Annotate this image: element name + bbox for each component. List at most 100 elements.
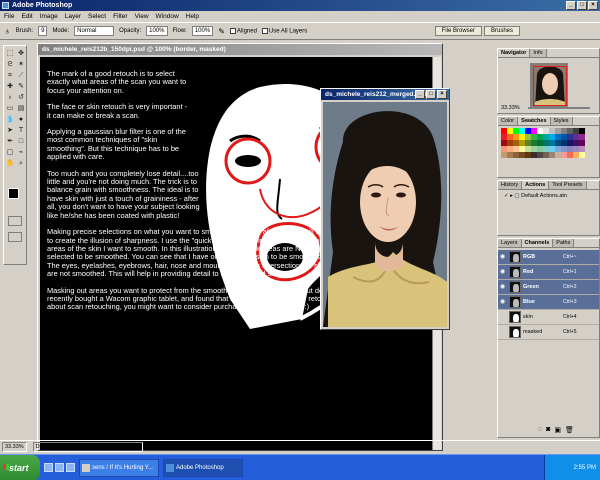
menu-image[interactable]: Image [40, 11, 58, 22]
tab-layers[interactable]: Layers [498, 239, 522, 247]
tab-info[interactable]: Info [530, 49, 547, 57]
slice-tool-icon[interactable]: ⟋ [16, 71, 26, 81]
history-brush-tool-icon[interactable]: ↺ [16, 93, 26, 103]
mode-select[interactable]: Normal [74, 26, 115, 36]
eye-icon[interactable] [500, 314, 507, 321]
status-zoom[interactable]: 33.33% [2, 442, 27, 452]
navigator-view-box[interactable] [533, 66, 567, 106]
close-button[interactable]: × [588, 1, 598, 10]
airbrush-icon[interactable]: ✎ [218, 27, 225, 36]
flow-field[interactable]: 100% [191, 26, 214, 36]
minimize-button[interactable]: _ [566, 1, 576, 10]
taskbar-item-browser[interactable]: sens / If It's Hurting Y... [79, 458, 159, 477]
tab-styles[interactable]: Styles [550, 117, 573, 125]
use-all-layers-checkbox[interactable]: Use All Layers [261, 27, 307, 34]
tab-color[interactable]: Color [498, 117, 519, 125]
menu-filter[interactable]: Filter [113, 11, 127, 22]
marquee-tool-icon[interactable]: ⬚ [5, 49, 15, 59]
eraser-tool-icon[interactable]: ▭ [5, 104, 15, 114]
navigator-thumbnail[interactable] [530, 63, 568, 107]
navigator-zoom[interactable]: 33.33% [501, 105, 520, 111]
move-tool-icon[interactable]: ✥ [16, 49, 26, 59]
shape-tool-icon[interactable]: □ [16, 137, 26, 147]
menu-view[interactable]: View [135, 11, 149, 22]
aligned-checkbox[interactable]: Aligned [229, 27, 257, 34]
document-title[interactable]: ds_michele_reis212b_150dpi.psd @ 100% (b… [38, 44, 442, 55]
lasso-tool-icon[interactable]: ᘓ [5, 60, 15, 70]
menu-help[interactable]: Help [186, 11, 199, 22]
merged-minimize-button[interactable]: _ [415, 90, 425, 99]
action-set-item[interactable]: ✓ ▸ ▢ Default Actions.atn [504, 193, 567, 199]
eye-icon[interactable] [500, 329, 507, 336]
hand-tool-icon[interactable]: ✋ [5, 159, 15, 169]
clone-stamp-tool-icon[interactable]: ♁ [5, 93, 15, 103]
merged-close-button[interactable]: × [437, 90, 447, 99]
portrait-photo[interactable] [323, 102, 447, 327]
channel-row-rgb[interactable]: ◉ RGB Ctrl+~ [498, 250, 599, 265]
channel-row-skin[interactable]: skin Ctrl+4 [498, 310, 599, 325]
brushes-tab[interactable]: Brushes [483, 26, 520, 36]
zoom-tool-icon[interactable]: ⌕ [16, 159, 26, 169]
channel-row-masked[interactable]: masked Ctrl+5 [498, 325, 599, 340]
trash-icon[interactable]: 🗑 [565, 426, 574, 434]
path-selection-tool-icon[interactable]: ➤ [5, 126, 15, 136]
tab-paths[interactable]: Paths [553, 239, 575, 247]
navigator-zoom-slider[interactable] [528, 107, 590, 109]
file-browser-tab[interactable]: File Browser [434, 26, 482, 36]
tab-history[interactable]: History [498, 181, 523, 189]
eye-icon[interactable]: ◉ [500, 254, 507, 261]
color-swatch[interactable] [579, 152, 585, 158]
new-channel-icon[interactable]: ▣ [554, 426, 561, 434]
menu-layer[interactable]: Layer [65, 11, 81, 22]
clock[interactable]: 2:55 PM [574, 465, 596, 471]
merged-document-title[interactable]: ds_michele_reis212_merged.psd @ 3... _ □… [321, 89, 449, 100]
menu-select[interactable]: Select [88, 11, 106, 22]
channel-row-green[interactable]: ◉ Green Ctrl+2 [498, 280, 599, 295]
quick-launch-icon[interactable] [66, 463, 75, 472]
quick-launch-icon[interactable] [55, 463, 64, 472]
eye-icon[interactable]: ◉ [500, 299, 507, 306]
notes-tool-icon[interactable]: ▢ [5, 148, 15, 158]
quick-launch-icon[interactable] [44, 463, 53, 472]
eye-icon[interactable]: ◉ [500, 284, 507, 291]
brush-size-picker[interactable]: 9 [38, 26, 48, 36]
foreground-color-swatch[interactable] [8, 188, 19, 199]
channel-row-blue[interactable]: ◉ Blue Ctrl+3 [498, 295, 599, 310]
taskbar-item-photoshop[interactable]: Adobe Photoshop [163, 458, 243, 477]
tab-navigator[interactable]: Navigator [498, 49, 531, 57]
eyedropper-tool-icon[interactable]: ⌁ [16, 148, 26, 158]
save-selection-icon[interactable]: ◙ [546, 426, 550, 434]
start-button[interactable]: start [0, 454, 40, 480]
load-selection-icon[interactable]: ◌ [538, 426, 542, 434]
gradient-tool-icon[interactable]: ▤ [16, 104, 26, 114]
swatch-grid[interactable] [498, 126, 599, 160]
opacity-field[interactable]: 100% [146, 26, 168, 36]
brush-tool-icon[interactable]: ✎ [16, 82, 26, 92]
tab-channels[interactable]: Channels [521, 239, 554, 247]
type-tool-icon[interactable]: T [16, 126, 26, 136]
blur-tool-icon[interactable]: 💧 [5, 115, 15, 125]
maximize-button[interactable]: □ [577, 1, 587, 10]
status-doc-size[interactable]: Doc: 8.43M/74.9M [32, 442, 143, 452]
menu-file[interactable]: File [4, 11, 14, 22]
navigator-panel: Navigator Info 33.33% [497, 48, 600, 114]
pen-tool-icon[interactable]: ✒ [5, 137, 15, 147]
channel-list: ◉ RGB Ctrl+~ ◉ Red Ctrl+1 ◉ Green Ctrl+2… [498, 250, 599, 340]
menu-window[interactable]: Window [156, 11, 179, 22]
palette-column: Navigator Info 33.33% Color Swatches Sty… [497, 43, 600, 440]
dodge-tool-icon[interactable]: ● [16, 115, 26, 125]
magic-wand-tool-icon[interactable]: ✶ [16, 60, 26, 70]
eye-icon[interactable]: ◉ [500, 269, 507, 276]
merged-maximize-button[interactable]: □ [426, 90, 436, 99]
healing-brush-tool-icon[interactable]: ✚ [5, 82, 15, 92]
document-window-merged[interactable]: ds_michele_reis212_merged.psd @ 3... _ □… [320, 88, 450, 330]
tab-tool-presets[interactable]: Tool Presets [549, 181, 587, 189]
screen-mode-icon[interactable] [8, 232, 22, 242]
tab-swatches[interactable]: Swatches [518, 117, 551, 125]
clone-stamp-tool-icon[interactable]: ♁ [4, 26, 11, 36]
tab-actions[interactable]: Actions [522, 181, 550, 189]
quick-mask-mode-icon[interactable] [8, 216, 22, 226]
crop-tool-icon[interactable]: ⌗ [5, 71, 15, 81]
menu-edit[interactable]: Edit [21, 11, 32, 22]
channel-row-red[interactable]: ◉ Red Ctrl+1 [498, 265, 599, 280]
